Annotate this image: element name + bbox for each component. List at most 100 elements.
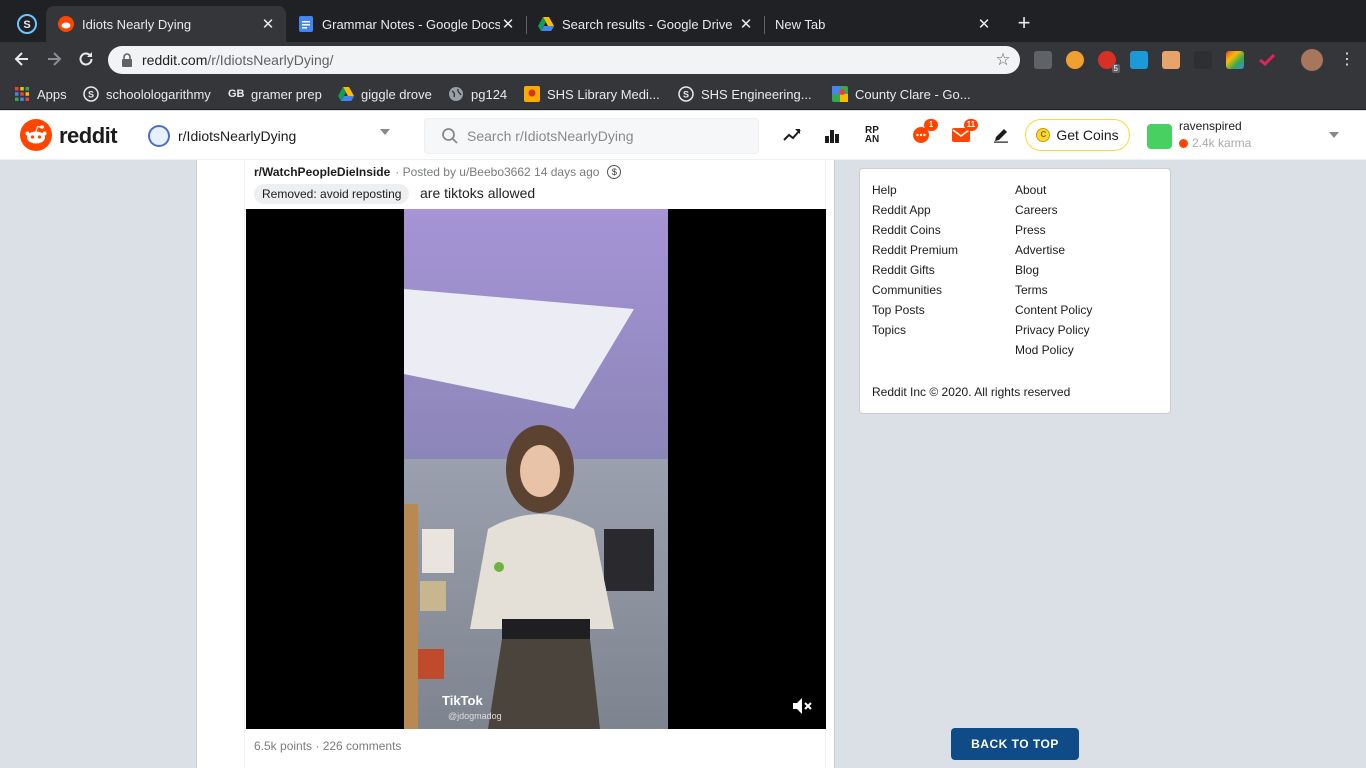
tab-title: Grammar Notes - Google Docs <box>322 16 500 32</box>
leaderboard-icon[interactable] <box>822 125 842 145</box>
link-privacy-policy[interactable]: Privacy Policy <box>1015 323 1090 337</box>
subreddit-name: r/IdiotsNearlyDying <box>178 128 297 144</box>
tab-grammar-notes[interactable]: Grammar Notes - Google Docs ✕ <box>286 6 526 42</box>
rpan-icon[interactable]: RP AN <box>862 125 882 145</box>
search-icon <box>442 128 458 144</box>
post-card[interactable]: r/WatchPeopleDieInside · Posted by u/Bee… <box>244 160 826 768</box>
checkmark-extension-icon[interactable] <box>1130 51 1148 69</box>
pocket-extension-icon[interactable] <box>1258 51 1276 69</box>
bookmark-apps[interactable]: Apps <box>14 85 67 103</box>
trending-icon[interactable] <box>782 125 802 145</box>
chat-icon[interactable]: 1 <box>911 119 938 145</box>
address-bar[interactable]: reddit.com/r/IdiotsNearlyDying/ ☆ <box>108 46 1020 74</box>
color-extension-icon[interactable] <box>1226 51 1244 69</box>
bookmark-label: County Clare - Go... <box>855 86 971 102</box>
url-host: reddit.com <box>142 52 208 68</box>
google-drive-icon <box>338 87 354 101</box>
tab-google-drive[interactable]: Search results - Google Drive ✕ <box>526 6 764 42</box>
link-top-posts[interactable]: Top Posts <box>872 303 925 317</box>
get-coins-button[interactable]: C Get Coins <box>1025 119 1130 151</box>
karma-text: 2.4k karma <box>1192 136 1252 150</box>
crx-extension-icon[interactable] <box>1034 51 1052 69</box>
link-reddit-coins[interactable]: Reddit Coins <box>872 223 941 237</box>
subreddit-icon <box>148 125 170 147</box>
reload-icon[interactable] <box>76 50 96 70</box>
profile-avatar[interactable] <box>1301 49 1323 71</box>
adblock-extension-icon[interactable]: 5 <box>1098 51 1120 73</box>
link-terms[interactable]: Terms <box>1015 283 1048 297</box>
new-tab-icon[interactable]: + <box>1014 12 1034 34</box>
footer-links-card: Help Reddit App Reddit Coins Reddit Prem… <box>859 168 1171 414</box>
link-help[interactable]: Help <box>872 183 897 197</box>
bookmark-label: gramer prep <box>251 86 322 102</box>
video-frame <box>404 209 668 729</box>
post-title[interactable]: are tiktoks allowed <box>420 185 535 201</box>
link-communities[interactable]: Communities <box>872 283 942 297</box>
google-drive-icon <box>538 16 554 32</box>
bookmark-giggle-drove[interactable]: giggle drove <box>338 85 432 103</box>
tab-title: Search results - Google Drive <box>562 16 733 32</box>
close-tab-icon[interactable]: ✕ <box>260 16 276 33</box>
link-reddit-premium[interactable]: Reddit Premium <box>872 243 958 257</box>
reddit-header: reddit r/IdiotsNearlyDying RPAN 1 11 C G… <box>0 111 1366 160</box>
bookmark-shs-library[interactable]: SHS Library Medi... <box>524 85 660 103</box>
post-subreddit-link[interactable]: r/WatchPeopleDieInside <box>254 165 390 179</box>
extension-badge: 5 <box>1111 64 1120 73</box>
svg-text:S: S <box>683 90 689 100</box>
subreddit-selector[interactable]: r/IdiotsNearlyDying <box>148 123 398 149</box>
link-topics[interactable]: Topics <box>872 323 906 337</box>
close-tab-icon[interactable]: ✕ <box>976 16 992 33</box>
link-about[interactable]: About <box>1015 183 1046 197</box>
tab-new-tab[interactable]: New Tab ✕ <box>764 6 1002 42</box>
muted-speaker-icon[interactable] <box>792 697 812 715</box>
forward-arrow-icon[interactable] <box>44 50 64 70</box>
user-menu[interactable]: ravenspired 2.4k karma <box>1147 117 1347 153</box>
reddit-wordmark[interactable]: reddit <box>59 123 118 149</box>
close-tab-icon[interactable]: ✕ <box>500 16 516 33</box>
box-extension-icon[interactable] <box>1162 51 1180 69</box>
link-mod-policy[interactable]: Mod Policy <box>1015 343 1074 357</box>
post-author-line: · Posted by u/Beebo3662 14 days ago <box>395 165 600 179</box>
link-careers[interactable]: Careers <box>1015 203 1058 217</box>
link-reddit-app[interactable]: Reddit App <box>872 203 931 217</box>
schoology-icon[interactable]: S <box>17 14 37 34</box>
chevron-down-icon <box>1329 132 1339 138</box>
reddit-search[interactable] <box>424 118 759 154</box>
library-icon <box>524 86 540 102</box>
tab-title: Idiots Nearly Dying <box>82 16 192 32</box>
karma-icon <box>1179 138 1188 148</box>
back-to-top-button[interactable]: BACK TO TOP <box>951 728 1079 760</box>
back-arrow-icon[interactable] <box>12 50 32 70</box>
mail-icon[interactable]: 11 <box>951 119 978 145</box>
bookmark-star-icon[interactable]: ☆ <box>994 51 1012 69</box>
link-advertise[interactable]: Advertise <box>1015 243 1065 257</box>
bookmark-schoology[interactable]: S schoolologarithmy <box>83 85 211 103</box>
tiktok-username: @jdogmadog <box>448 711 502 721</box>
close-tab-icon[interactable]: ✕ <box>738 16 754 33</box>
reddit-logo-icon[interactable] <box>20 119 52 151</box>
bookmark-shs-engineering[interactable]: S SHS Engineering... <box>678 85 812 103</box>
search-input[interactable] <box>467 128 747 144</box>
link-press[interactable]: Press <box>1015 223 1046 237</box>
globe-icon <box>449 87 463 101</box>
link-content-policy[interactable]: Content Policy <box>1015 303 1092 317</box>
bookmarks-bar: Apps S schoolologarithmy GB gramer prep … <box>0 78 1366 110</box>
link-blog[interactable]: Blog <box>1015 263 1039 277</box>
video-player[interactable]: TikTok @jdogmadog <box>246 209 826 729</box>
hidden-extension-icon[interactable] <box>1194 51 1212 69</box>
create-post-pencil-icon[interactable] <box>991 125 1011 145</box>
bookmark-pg124[interactable]: pg124 <box>448 85 507 103</box>
bookmark-county-clare[interactable]: County Clare - Go... <box>832 85 971 103</box>
copyright-text: Reddit Inc © 2020. All rights reserved <box>872 385 1071 399</box>
owl-extension-icon[interactable] <box>1066 51 1084 69</box>
username: ravenspired <box>1179 119 1242 133</box>
get-coins-label: Get Coins <box>1056 127 1119 143</box>
bookmark-gramer-prep[interactable]: GB gramer prep <box>228 85 322 103</box>
tab-idiots-nearly-dying[interactable]: Idiots Nearly Dying ✕ <box>46 6 286 42</box>
url-text: reddit.com/r/IdiotsNearlyDying/ <box>142 52 333 68</box>
tiktok-watermark: TikTok <box>442 693 483 708</box>
google-docs-icon <box>298 16 314 32</box>
link-reddit-gifts[interactable]: Reddit Gifts <box>872 263 935 277</box>
browser-menu-icon[interactable]: ⋮ <box>1339 50 1355 70</box>
mail-count-badge: 11 <box>964 119 978 131</box>
